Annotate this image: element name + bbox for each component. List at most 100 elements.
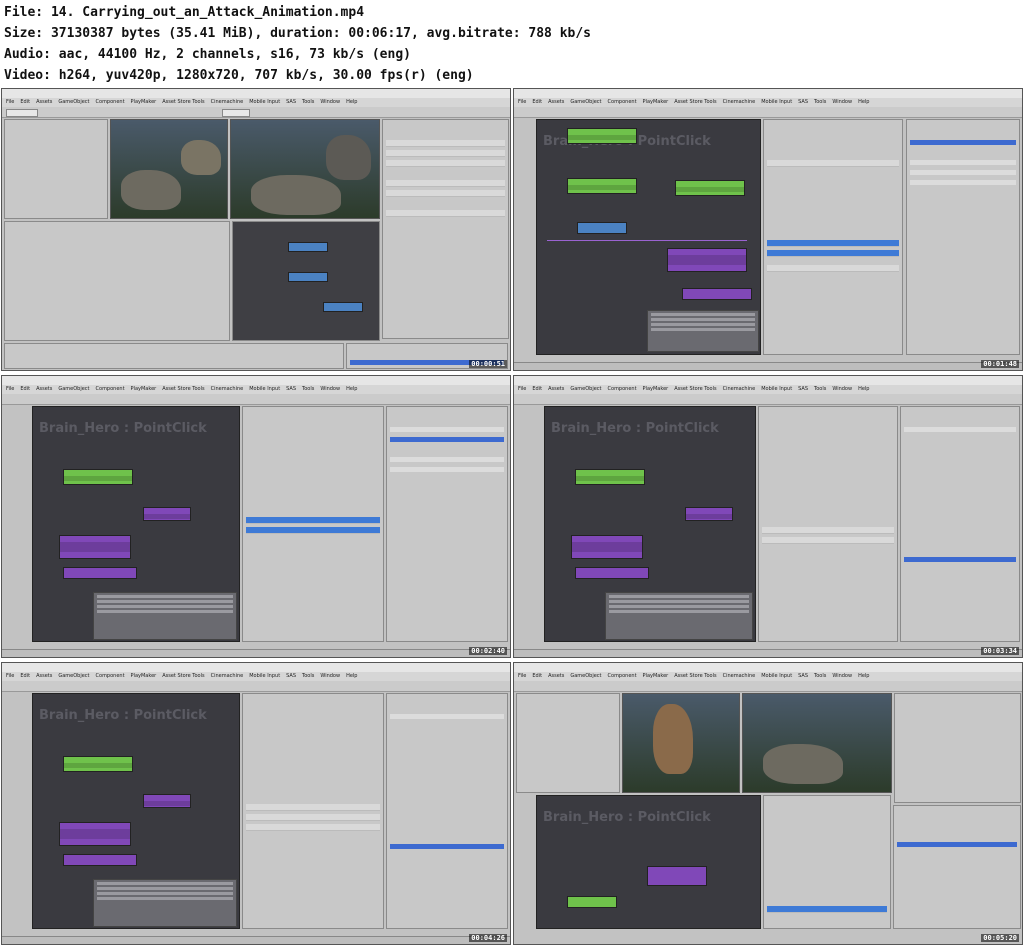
fsm-graph[interactable]: Brain_Hero : PointClick xyxy=(536,795,761,929)
menu-item[interactable]: PlayMaker xyxy=(643,673,669,679)
action-item[interactable] xyxy=(390,437,504,442)
menu-item[interactable]: Edit xyxy=(532,673,542,679)
state-row[interactable] xyxy=(767,160,899,167)
menu-item[interactable]: Window xyxy=(832,386,852,392)
menu-item[interactable]: Window xyxy=(320,99,340,105)
fsm-state[interactable] xyxy=(567,128,637,144)
menu-item[interactable]: Asset Store Tools xyxy=(674,386,716,392)
inspector-row[interactable] xyxy=(386,150,505,157)
menu-item[interactable]: Component xyxy=(96,386,125,392)
menu-item[interactable]: Edit xyxy=(20,673,30,679)
fsm-graph[interactable]: Brain_Hero : PointClick xyxy=(536,119,761,355)
action-item[interactable] xyxy=(390,714,504,719)
menu-item[interactable]: Tools xyxy=(814,673,826,679)
menu-item[interactable]: Component xyxy=(608,673,637,679)
menu-item[interactable]: Asset Store Tools xyxy=(162,386,204,392)
fsm-state[interactable] xyxy=(667,248,747,272)
fsm-state[interactable] xyxy=(567,896,617,908)
menu-item[interactable]: Asset Store Tools xyxy=(674,673,716,679)
menu-item[interactable]: Tools xyxy=(302,99,314,105)
menu-item[interactable]: Cinemachine xyxy=(211,673,244,679)
menu-item[interactable]: Tools xyxy=(302,673,314,679)
action-header[interactable] xyxy=(246,527,380,534)
state-row[interactable] xyxy=(767,265,899,272)
fsm-state[interactable] xyxy=(59,535,131,559)
animator-state[interactable] xyxy=(288,272,328,282)
menu-item[interactable]: SAS xyxy=(798,673,808,679)
game-view[interactable] xyxy=(230,119,380,219)
fsm-state[interactable] xyxy=(143,507,191,521)
action-item[interactable] xyxy=(390,427,504,432)
animator-state[interactable] xyxy=(288,242,328,252)
action-item[interactable] xyxy=(390,467,504,472)
menu-item[interactable]: File xyxy=(6,673,14,679)
menu-item[interactable]: GameObject xyxy=(570,673,601,679)
action-item[interactable] xyxy=(897,842,1017,847)
inspector-row[interactable] xyxy=(386,210,505,217)
fsm-state[interactable] xyxy=(63,469,133,485)
fsm-state[interactable] xyxy=(685,507,733,521)
menu-item[interactable]: File xyxy=(6,386,14,392)
menu-item[interactable]: SAS xyxy=(286,99,296,105)
fsm-state[interactable] xyxy=(682,288,752,300)
menu-item[interactable]: Mobile Input xyxy=(249,99,280,105)
menu-item[interactable]: Mobile Input xyxy=(761,673,792,679)
state-row[interactable] xyxy=(762,527,894,534)
fsm-state[interactable] xyxy=(577,222,627,234)
menu-item[interactable]: Tools xyxy=(302,386,314,392)
fsm-state[interactable] xyxy=(647,866,707,886)
action-item[interactable] xyxy=(910,160,1016,165)
menu-item[interactable]: Cinemachine xyxy=(723,673,756,679)
menu-item[interactable]: Mobile Input xyxy=(761,99,792,105)
menu-item[interactable]: File xyxy=(518,386,526,392)
fsm-state[interactable] xyxy=(675,180,745,196)
fsm-state[interactable] xyxy=(575,469,645,485)
action-item[interactable] xyxy=(904,557,1016,562)
menu-item[interactable]: Assets xyxy=(548,386,564,392)
menu-item[interactable]: Help xyxy=(858,99,869,105)
menu-item[interactable]: Assets xyxy=(36,386,52,392)
menu-item[interactable]: Help xyxy=(858,673,869,679)
menu-item[interactable]: Component xyxy=(608,99,637,105)
menu-item[interactable]: Mobile Input xyxy=(249,673,280,679)
menu-item[interactable]: Cinemachine xyxy=(723,386,756,392)
menu-item[interactable]: GameObject xyxy=(570,99,601,105)
menu-item[interactable]: SAS xyxy=(798,99,808,105)
fsm-graph[interactable]: Brain_Hero : PointClick xyxy=(32,406,240,642)
inspector-row[interactable] xyxy=(386,180,505,187)
menu-item[interactable]: GameObject xyxy=(58,673,89,679)
menu-item[interactable]: PlayMaker xyxy=(131,99,157,105)
menu-item[interactable]: Window xyxy=(320,386,340,392)
state-row[interactable] xyxy=(762,537,894,544)
menu-item[interactable]: Cinemachine xyxy=(211,386,244,392)
menu-item[interactable]: GameObject xyxy=(58,386,89,392)
state-row[interactable] xyxy=(246,814,380,821)
inspector-row[interactable] xyxy=(386,140,505,147)
menu-item[interactable]: Asset Store Tools xyxy=(674,99,716,105)
transform-tools[interactable] xyxy=(6,109,38,117)
menu-item[interactable]: SAS xyxy=(286,386,296,392)
menu-item[interactable]: Assets xyxy=(36,99,52,105)
menu-item[interactable]: Edit xyxy=(532,99,542,105)
inspector-row[interactable] xyxy=(386,190,505,197)
menu-item[interactable]: Asset Store Tools xyxy=(162,673,204,679)
fsm-graph[interactable]: Brain_Hero : PointClick xyxy=(32,693,240,929)
menu-item[interactable]: Tools xyxy=(814,386,826,392)
menu-item[interactable]: Cinemachine xyxy=(211,99,244,105)
action-item[interactable] xyxy=(904,427,1016,432)
action-header[interactable] xyxy=(767,906,887,913)
game-view[interactable] xyxy=(742,693,892,793)
menu-item[interactable]: Tools xyxy=(814,99,826,105)
menu-item[interactable]: Component xyxy=(96,99,125,105)
action-item[interactable] xyxy=(390,457,504,462)
menu-item[interactable]: Help xyxy=(346,386,357,392)
fsm-graph[interactable]: Brain_Hero : PointClick xyxy=(544,406,756,642)
menu-item[interactable]: Window xyxy=(320,673,340,679)
menu-item[interactable]: Cinemachine xyxy=(723,99,756,105)
menu-item[interactable]: Assets xyxy=(548,673,564,679)
menu-item[interactable]: File xyxy=(6,99,14,105)
menu-item[interactable]: File xyxy=(518,673,526,679)
fsm-state[interactable] xyxy=(63,756,133,772)
action-item[interactable] xyxy=(910,170,1016,175)
menu-item[interactable]: Edit xyxy=(20,99,30,105)
